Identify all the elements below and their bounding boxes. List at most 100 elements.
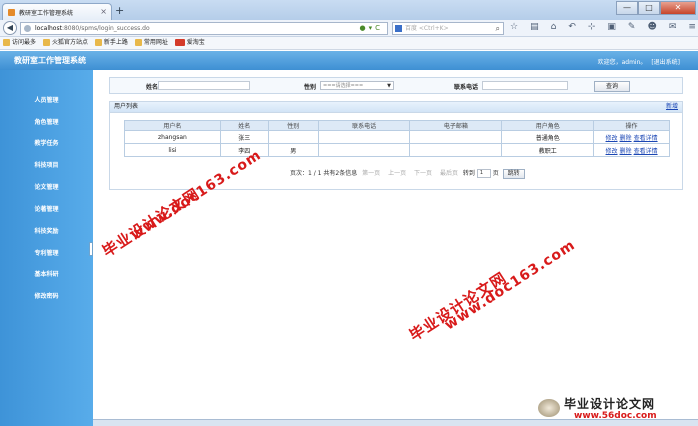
- main-content: 姓名 性别 ===请选择=== ▼ 联系电话 查询 用户列表 新增 用户名 姓名 …: [93, 70, 698, 426]
- add-user-link[interactable]: 新增: [666, 102, 678, 112]
- back-button[interactable]: ◀: [3, 21, 17, 35]
- tab-close-icon[interactable]: ×: [100, 7, 107, 16]
- welcome-text: 欢迎您，admin。: [597, 59, 647, 66]
- sidebar-item-teaching[interactable]: 教学任务: [0, 137, 93, 151]
- close-window-button[interactable]: ✕: [660, 1, 696, 15]
- search-icon[interactable]: ⌕: [496, 23, 500, 34]
- library-icon[interactable]: ▤: [530, 22, 539, 32]
- jump-button[interactable]: 跳转: [502, 168, 525, 179]
- logo-icon: [538, 399, 560, 417]
- view-details-link[interactable]: 查看详情: [634, 135, 658, 142]
- search-box[interactable]: 百度 <Ctrl+K> ⌕: [392, 22, 504, 35]
- taskbar: [93, 419, 698, 426]
- user-list-panel: 用户列表 新增 用户名 姓名 性别 联系电话 电子邮箱 用户角色 操作 zhan…: [109, 101, 683, 190]
- sidebar-item-users[interactable]: 人员管理: [0, 94, 93, 108]
- page-number-input[interactable]: 1: [476, 169, 491, 178]
- cell-phone: [317, 143, 411, 157]
- cell-gender: [267, 130, 319, 144]
- screenshot-icon[interactable]: ▣: [607, 22, 616, 32]
- home-icon[interactable]: ⌂: [551, 22, 557, 32]
- menu-icon[interactable]: ≡: [688, 22, 696, 32]
- taobao-icon: [174, 39, 185, 46]
- logo-text: 毕业设计论文网: [564, 397, 656, 411]
- bookmark-item[interactable]: 访问最多: [3, 39, 36, 46]
- browser-titlebar: 教研室工作管理系统 × + — □ ✕: [0, 0, 698, 20]
- bookmark-item[interactable]: 火狐官方站点: [42, 39, 88, 46]
- table-row: lisi 李四 男 教职工 修改 删除 查看详情: [124, 143, 670, 157]
- app-header: 教研室工作管理系统 欢迎您，admin。 [退出系统]: [0, 51, 698, 70]
- star-icon[interactable]: ☆: [510, 22, 518, 32]
- sidebar: 人员管理 角色管理 教学任务 科技项目 论文管理 论著管理 科技奖励 专利管理 …: [0, 70, 93, 426]
- cell-name: 张三: [219, 130, 269, 144]
- page-info: 页次：1 / 1 共有2条信息: [290, 170, 358, 177]
- panel-title: 用户列表: [114, 103, 139, 110]
- tab-title: 教研室工作管理系统: [19, 10, 74, 17]
- sidebar-item-roles[interactable]: 角色管理: [0, 116, 93, 130]
- cell-actions: 修改 删除 查看详情: [593, 143, 670, 157]
- phone-label: 联系电话: [454, 84, 479, 91]
- user-info: 欢迎您，admin。 [退出系统]: [598, 57, 680, 66]
- browser-tab[interactable]: 教研室工作管理系统 ×: [2, 3, 112, 20]
- delete-link[interactable]: 删除: [620, 135, 632, 142]
- sidebar-item-projects[interactable]: 科技项目: [0, 159, 93, 173]
- sidebar-item-research[interactable]: 基本科研: [0, 268, 93, 282]
- query-button[interactable]: 查询: [594, 81, 630, 92]
- pagination: 页次：1 / 1 共有2条信息 第一页 上一页 下一页 最后页 转到 1 页 跳…: [290, 168, 525, 179]
- cell-actions: 修改 删除 查看详情: [593, 130, 670, 144]
- col-actions: 操作: [593, 120, 670, 131]
- edit-link[interactable]: 修改: [606, 148, 618, 155]
- app-title: 教研室工作管理系统: [14, 56, 86, 65]
- phone-input[interactable]: [482, 81, 568, 90]
- col-phone: 联系电话: [317, 120, 411, 131]
- gender-select[interactable]: ===请选择=== ▼: [320, 81, 394, 90]
- prev-page-link[interactable]: 上一页: [388, 170, 406, 177]
- bookmark-item[interactable]: 新手上路: [94, 39, 128, 46]
- url-host: localhost: [35, 25, 62, 32]
- logout-link[interactable]: [退出系统]: [651, 59, 680, 66]
- address-bar[interactable]: localhost:8080/spms/login_success.do ●▾C: [20, 22, 388, 35]
- table-row: zhangsan 张三 普通角色 修改 删除 查看详情: [124, 130, 670, 144]
- bookmark-icon: [134, 39, 142, 46]
- bookmarks-bar: 访问最多 火狐官方站点 新手上路 常用网址 爱淘宝: [0, 37, 698, 50]
- bookmark-icon: [94, 39, 102, 46]
- bookmark-item[interactable]: 常用网址: [134, 39, 168, 46]
- name-label: 姓名: [146, 84, 159, 91]
- cell-email: [409, 143, 503, 157]
- first-page-link[interactable]: 第一页: [362, 170, 380, 177]
- cell-role: 教职工: [501, 143, 595, 157]
- delete-link[interactable]: 删除: [620, 148, 632, 155]
- browser-navbar: ◀ localhost:8080/spms/login_success.do ●…: [0, 20, 698, 37]
- window-controls: — □ ✕: [616, 1, 696, 15]
- view-details-link[interactable]: 查看详情: [634, 148, 658, 155]
- maximize-button[interactable]: □: [638, 1, 660, 15]
- bookmark-icon: [3, 39, 10, 46]
- last-page-link[interactable]: 最后页: [440, 170, 458, 177]
- col-email: 电子邮箱: [409, 120, 503, 131]
- addon-icon[interactable]: ✎: [628, 22, 636, 32]
- col-role: 用户角色: [501, 120, 595, 131]
- new-tab-button[interactable]: +: [115, 4, 124, 17]
- search-engine-icon[interactable]: [395, 25, 402, 32]
- sidebar-item-awards[interactable]: 科技奖励: [0, 225, 93, 239]
- sidebar-item-patents[interactable]: 专利管理: [0, 247, 93, 261]
- minimize-button[interactable]: —: [616, 1, 638, 15]
- bookmark-item[interactable]: 爱淘宝: [174, 39, 205, 46]
- favicon-icon: [8, 9, 15, 16]
- gender-label: 性别: [304, 84, 317, 91]
- col-name[interactable]: 姓名: [219, 120, 269, 131]
- sidebar-item-papers[interactable]: 论文管理: [0, 181, 93, 195]
- cell-gender: 男: [267, 143, 319, 157]
- sidebar-item-password[interactable]: 修改密码: [0, 290, 93, 304]
- goto-label: 转到: [462, 170, 475, 177]
- user-icon[interactable]: ☻: [647, 22, 656, 32]
- undo-icon[interactable]: ↶: [568, 22, 576, 32]
- edit-link[interactable]: 修改: [606, 135, 618, 142]
- chat-icon[interactable]: ✉: [669, 22, 677, 32]
- user-table: 用户名 姓名 性别 联系电话 电子邮箱 用户角色 操作 zhangsan 张三 …: [124, 120, 670, 157]
- sidebar-item-books[interactable]: 论著管理: [0, 203, 93, 217]
- next-page-link[interactable]: 下一页: [414, 170, 432, 177]
- toolbar-icons: ☆ ▤ ⌂ ↶ ⊹ ▣ ✎ ☻ ✉ ≡: [510, 22, 696, 32]
- name-input[interactable]: [158, 81, 250, 90]
- crop-icon[interactable]: ⊹: [588, 22, 596, 32]
- url-status-icons[interactable]: ●▾C: [359, 23, 383, 34]
